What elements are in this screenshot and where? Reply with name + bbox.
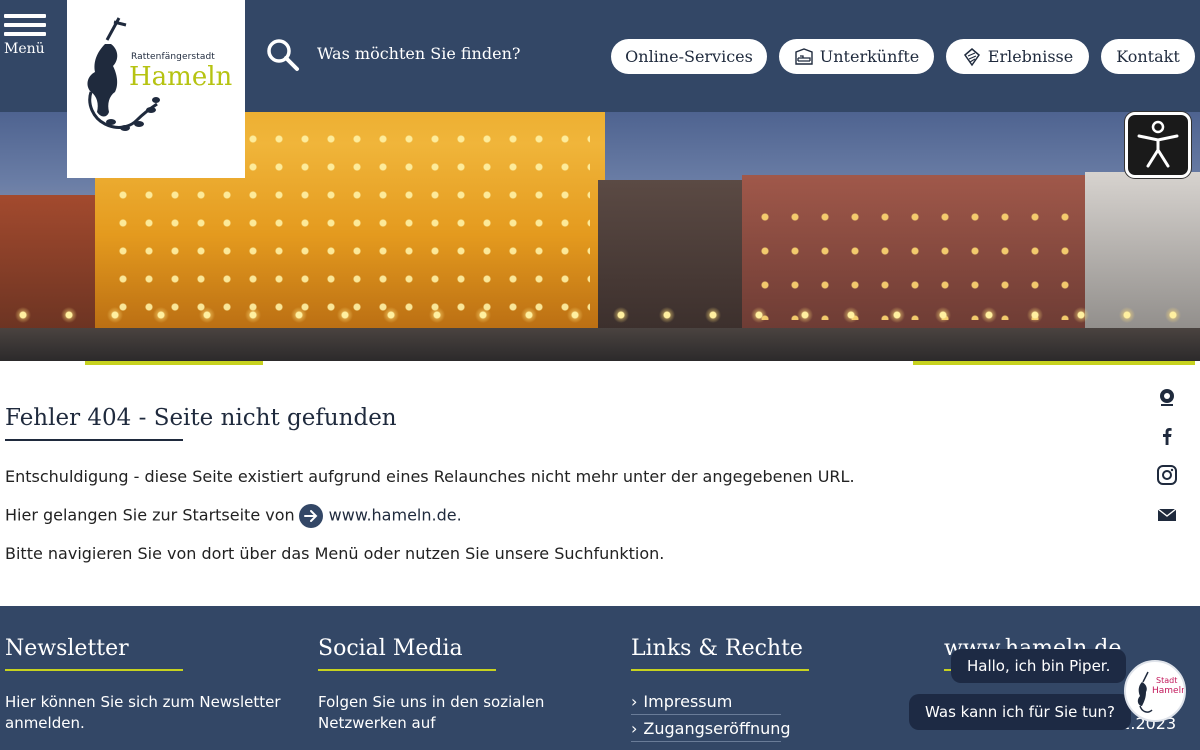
footer-links-list: › Impressum › Zugangseröffnung	[631, 692, 809, 742]
hero-lights	[0, 300, 1200, 330]
hamburger-icon-bar	[4, 32, 46, 36]
footer-newsletter-title: Newsletter	[5, 636, 129, 661]
page-title: Fehler 404 - Seite nicht gefunden	[5, 405, 397, 431]
footer-links-title: Links & Rechte	[631, 636, 803, 661]
footer-newsletter: Newsletter Hier können Sie sich zum News…	[5, 636, 281, 734]
logo-title: Hameln	[129, 62, 233, 92]
bed-icon	[795, 47, 813, 65]
menu-button[interactable]: Menü	[4, 14, 48, 64]
menu-label: Menü	[4, 41, 45, 57]
footer-social-media: Social Media Folgen Sie uns in den sozia…	[318, 636, 544, 734]
chat-greeting-bubble[interactable]: Hallo, ich bin Piper.	[951, 649, 1127, 683]
footer-underline	[318, 669, 496, 671]
accessibility-button[interactable]	[1125, 112, 1191, 178]
footer-links: Links & Rechte › Impressum › Zugangseröf…	[631, 636, 809, 742]
footer-underline	[5, 669, 183, 671]
footer-link-zugangseroeffnung[interactable]: › Zugangseröffnung	[631, 719, 791, 742]
footer-text-line: Hier können Sie sich zum Newsletter	[5, 693, 281, 711]
footer-text-line: Folgen Sie uns in den sozialen	[318, 693, 545, 711]
hero-quay	[0, 328, 1200, 361]
chevron-right-icon: ›	[631, 692, 638, 711]
nav-label: Erlebnisse	[987, 47, 1074, 66]
nav-erlebnisse-button[interactable]: Erlebnisse	[946, 39, 1089, 74]
navigation-hint: Bitte navigieren Sie von dort über das M…	[5, 544, 665, 563]
accent-line	[85, 361, 263, 365]
error-message: Entschuldigung - diese Seite existiert a…	[5, 467, 855, 486]
chat-avatar-text: Stadt	[1156, 676, 1178, 685]
footer-link-label: Impressum	[643, 692, 733, 711]
instagram-icon[interactable]	[1156, 464, 1178, 486]
nav-online-services-button[interactable]: Online-Services	[611, 39, 767, 74]
search-icon[interactable]	[266, 38, 300, 72]
homepage-link[interactable]: www.hameln.de.	[329, 506, 462, 525]
nav-label: Unterkünfte	[819, 47, 920, 66]
nav-kontakt-button[interactable]: Kontakt	[1101, 39, 1195, 74]
homepage-hint-text: Hier gelangen Sie zur Startseite von	[5, 505, 295, 525]
footer-text-line: Netzwerken auf	[318, 714, 436, 732]
main-content: Fehler 404 - Seite nicht gefunden Entsch…	[5, 405, 1105, 563]
accessibility-icon	[1137, 120, 1179, 168]
footer-text-line: anmelden.	[5, 714, 85, 732]
footer-underline	[631, 669, 809, 671]
facebook-icon[interactable]	[1156, 425, 1178, 447]
search-input[interactable]: Was möchten Sie finden?	[317, 44, 520, 63]
accent-line	[913, 361, 1195, 365]
footer-social-title: Social Media	[318, 636, 463, 661]
chat-question-bubble[interactable]: Was kann ich für Sie tun?	[909, 694, 1131, 730]
webcam-icon[interactable]	[1156, 386, 1178, 408]
nav-unterkuenfte-button[interactable]: Unterkünfte	[779, 39, 934, 74]
title-underline	[5, 439, 183, 441]
footer-link-impressum[interactable]: › Impressum	[631, 692, 781, 715]
footer-newsletter-text[interactable]: Hier können Sie sich zum Newsletter anme…	[5, 692, 281, 734]
arrow-right-icon[interactable]	[298, 504, 323, 528]
nav-label: Kontakt	[1116, 47, 1180, 66]
logo[interactable]: Rattenfängerstadt Hameln	[67, 0, 245, 178]
hamburger-icon-bar	[4, 23, 46, 27]
nav-label: Online-Services	[625, 47, 753, 66]
ticket-icon	[963, 47, 980, 66]
mail-icon[interactable]	[1156, 504, 1178, 526]
chat-avatar-text: Hameln	[1152, 686, 1186, 696]
logo-subtitle: Rattenfängerstadt	[131, 52, 215, 62]
hamburger-icon	[4, 14, 46, 18]
footer-link-label: Zugangseröffnung	[643, 719, 791, 738]
homepage-hint: Hier gelangen Sie zur Startseite von www.…	[5, 504, 462, 528]
chevron-right-icon: ›	[631, 719, 638, 738]
footer-social-text: Folgen Sie uns in den sozialen Netzwerke…	[318, 692, 544, 734]
chat-avatar-button[interactable]: Stadt Hameln	[1124, 660, 1186, 722]
